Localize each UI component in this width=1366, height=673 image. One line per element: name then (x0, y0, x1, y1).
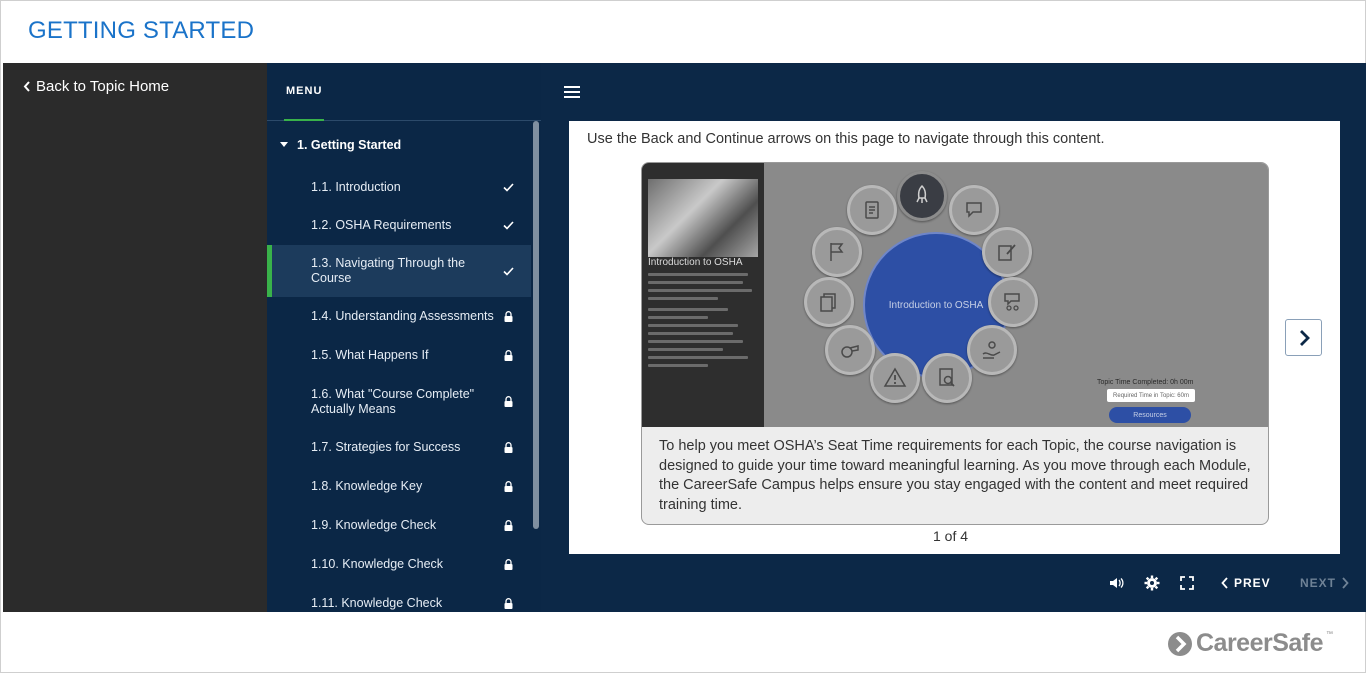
lock-icon (501, 395, 515, 409)
left-panel: Back to Topic Home (3, 63, 267, 612)
app-frame: GETTING STARTED Back to Topic Home MENU … (0, 0, 1366, 673)
next-label: NEXT (1300, 576, 1337, 590)
menu-item-label: 1.6. What "Course Complete" Actually Mea… (311, 386, 475, 416)
shield-chat-icon (949, 185, 999, 235)
menu-item-1-6[interactable]: 1.6. What "Course Complete" Actually Mea… (267, 375, 531, 428)
slide-image-text-lines (648, 273, 758, 372)
menu-item-1-11[interactable]: 1.11. Knowledge Check (267, 584, 531, 612)
hamburger-menu-icon[interactable] (564, 86, 580, 98)
menu-item-label: 1.10. Knowledge Check (311, 557, 444, 571)
menu-item-label: 1.9. Knowledge Check (311, 518, 437, 532)
menu-item-label: 1.5. What Happens If (311, 348, 429, 362)
instructions-text: Use the Back and Continue arrows on this… (587, 131, 1105, 147)
menu-item-1-2[interactable]: 1.2. OSHA Requirements (267, 206, 531, 245)
slide-caption: To help you meet OSHA’s Seat Time requir… (659, 438, 1251, 513)
careersafe-logo-icon (1168, 631, 1192, 656)
team-hands-photo (648, 179, 758, 257)
menu-item-label: 1.7. Strategies for Success (311, 440, 461, 454)
gear-icon[interactable] (1143, 574, 1161, 592)
audio-icon[interactable] (1108, 574, 1126, 592)
topic-time-label: Topic Time Completed: 0h 00m (1097, 379, 1194, 386)
course-menu: MENU 1. Getting Started 1.1. Introductio… (267, 63, 541, 612)
careersafe-logo: CareerSafe ™ (1167, 629, 1333, 658)
page-title: GETTING STARTED (28, 17, 255, 44)
menu-scrollbar[interactable] (531, 121, 541, 612)
menu-item-1-3[interactable]: 1.3. Navigating Through the Course (267, 245, 531, 297)
menu-section-getting-started[interactable]: 1. Getting Started (267, 122, 531, 168)
menu-item-1-9[interactable]: 1.9. Knowledge Check (267, 506, 531, 545)
resources-pill: Resources (1109, 407, 1191, 423)
required-time-pill: Required Time in Topic: 60m (1107, 389, 1195, 402)
menu-item-1-7[interactable]: 1.7. Strategies for Success (267, 428, 531, 467)
chevron-right-icon (1342, 577, 1349, 589)
check-icon (501, 219, 515, 233)
clipboard-icon (847, 185, 897, 235)
chevron-right-icon (1299, 329, 1310, 346)
magnify-document-icon (922, 353, 972, 403)
prev-label: PREV (1234, 576, 1271, 590)
check-icon (501, 264, 515, 278)
group-chat-icon (988, 277, 1038, 327)
menu-item-label: 1.8. Knowledge Key (311, 479, 423, 493)
menu-item-1-5[interactable]: 1.5. What Happens If (267, 336, 531, 375)
slide-image-sidebar: Introduction to OSHA (642, 163, 764, 427)
content-panel: Use the Back and Continue arrows on this… (541, 63, 1366, 612)
menu-section-label: 1. Getting Started (297, 138, 402, 152)
menu-item-label: 1.3. Navigating Through the Course (311, 256, 466, 285)
prev-button[interactable]: PREV (1221, 576, 1271, 590)
menu-item-1-10[interactable]: 1.10. Knowledge Check (267, 545, 531, 584)
menu-item-1-4[interactable]: 1.4. Understanding Assessments (267, 297, 531, 336)
whistle-icon (825, 325, 875, 375)
slide-screenshot-image: Introduction to OSHA Introduction to OSH… (642, 163, 1268, 427)
flag-icon (812, 227, 862, 277)
menu-scroll-thumb[interactable] (533, 121, 539, 529)
player-controls: PREV NEXT (541, 574, 1366, 594)
logo-trademark: ™ (1326, 631, 1334, 638)
menu-item-1-1[interactable]: 1.1. Introduction (267, 168, 531, 206)
documents-icon (804, 277, 854, 327)
next-button[interactable]: NEXT (1300, 576, 1349, 590)
back-link-label: Back to Topic Home (36, 78, 170, 95)
menu-list: 1. Getting Started 1.1. Introduction 1.2… (267, 122, 531, 612)
lock-icon (501, 480, 515, 494)
lock-icon (501, 596, 515, 610)
menu-item-label: 1.4. Understanding Assessments (311, 309, 494, 323)
slide-pager: 1 of 4 (933, 528, 969, 544)
slide-box: Introduction to OSHA Introduction to OSH… (641, 162, 1269, 525)
content-card: Use the Back and Continue arrows on this… (569, 121, 1340, 554)
chevron-left-icon (1221, 577, 1228, 589)
check-icon (501, 180, 515, 194)
lock-icon (501, 310, 515, 324)
helping-hand-icon (967, 325, 1017, 375)
pen-paper-icon (982, 227, 1032, 277)
slide-image-heading: Introduction to OSHA (648, 257, 743, 268)
next-slide-button[interactable] (1285, 319, 1322, 356)
fullscreen-icon[interactable] (1178, 574, 1196, 592)
caret-down-icon (280, 142, 288, 147)
lock-icon (501, 519, 515, 533)
lock-icon (501, 558, 515, 572)
logo-text: CareerSafe (1196, 629, 1324, 657)
menu-item-label: 1.2. OSHA Requirements (311, 218, 452, 232)
menu-item-1-8[interactable]: 1.8. Knowledge Key (267, 467, 531, 506)
lock-icon (501, 441, 515, 455)
menu-header-underline (284, 119, 324, 121)
chevron-left-icon (23, 81, 30, 92)
menu-item-label: 1.1. Introduction (311, 179, 401, 194)
menu-header: MENU (267, 63, 541, 121)
menu-item-label: 1.11. Knowledge Check (311, 595, 443, 610)
back-to-topic-home-link[interactable]: Back to Topic Home (23, 78, 169, 95)
menu-title: MENU (286, 85, 323, 97)
warning-icon (870, 353, 920, 403)
lock-icon (501, 349, 515, 363)
rocket-icon (897, 171, 947, 221)
